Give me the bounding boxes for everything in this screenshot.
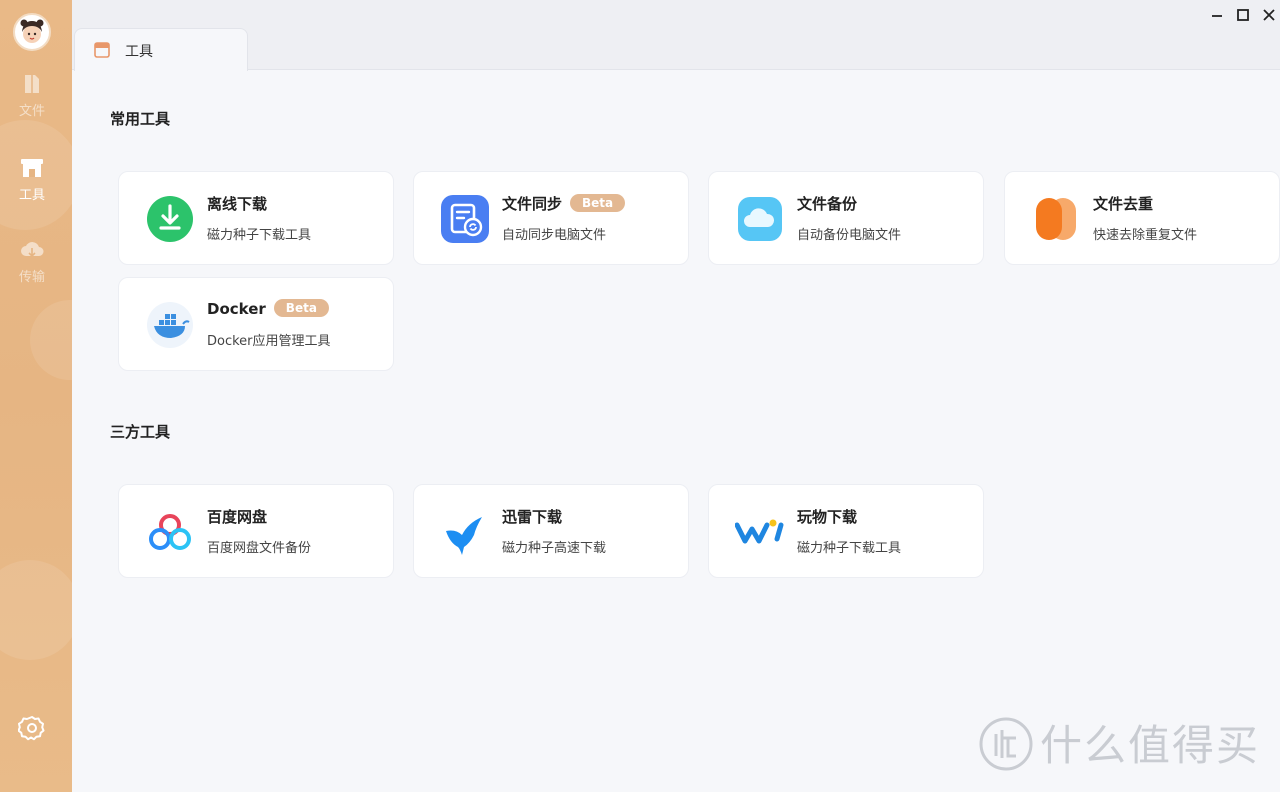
sidebar-item-tools[interactable]: 工具 [0,156,64,203]
card-description: 磁力种子下载工具 [797,541,902,556]
settings-button[interactable] [17,714,46,742]
card-title-text: Docker [207,300,266,318]
card-description: 快速去除重复文件 [1093,228,1198,243]
file-icon [25,75,39,93]
tool-card-file-backup[interactable]: 文件备份 自动备份电脑文件 [708,171,984,265]
card-title: 玩物下载 [797,508,858,526]
section-title-third-party-tools: 三方工具 [110,423,171,441]
card-description: 自动备份电脑文件 [797,228,902,243]
card-description: Docker应用管理工具 [207,334,331,349]
card-title: 离线下载 [207,195,268,213]
card-title: 百度网盘 [207,508,268,526]
card-title-text: 文件同步 [502,195,563,213]
wanwu-icon [735,519,784,544]
tool-card-xunlei-download[interactable]: 迅雷下载 磁力种子高速下载 [413,484,689,578]
section-title-common-tools: 常用工具 [110,110,171,128]
tool-card-docker[interactable]: Docker Beta Docker应用管理工具 [118,277,394,371]
sidebar-item-label: 工具 [18,188,45,203]
sidebar-decoration [30,300,72,380]
dedupe-icon [1036,198,1076,240]
sidebar-item-files[interactable]: 文件 [0,72,64,119]
card-title: 文件备份 [797,195,858,213]
card-title: 文件去重 [1093,195,1154,213]
avatar[interactable] [13,13,51,51]
card-title: 迅雷下载 [502,508,563,526]
tab-bar: 工具 [72,0,1280,71]
card-title: Docker Beta [207,299,329,318]
sidebar-item-label: 传输 [18,270,45,285]
close-icon[interactable] [1260,6,1278,24]
tool-card-wanwu-download[interactable]: 玩物下载 磁力种子下载工具 [708,484,984,578]
beta-badge: Beta [273,299,329,317]
cloud-icon [738,197,782,241]
download-icon [147,196,193,242]
beta-badge: Beta [570,194,626,212]
cloud-transfer-icon [21,242,44,258]
tool-card-baidu-netdisk[interactable]: 百度网盘 百度网盘文件备份 [118,484,394,578]
xunlei-bird-icon [446,517,482,555]
card-title: 文件同步 Beta [502,193,626,214]
watermark: 什么值得买 [978,712,1260,773]
card-description: 磁力种子下载工具 [207,228,312,243]
file-sync-icon [441,195,489,243]
tab-tools[interactable]: 工具 [74,28,248,71]
sidebar-item-transfer[interactable]: 传输 [0,238,64,285]
store-icon [94,42,110,58]
card-description: 磁力种子高速下载 [502,541,607,556]
sidebar: 文件 工具 传输 [0,0,72,792]
smzdm-logo-icon [979,717,1033,771]
watermark-text: 什么值得买 [1039,721,1260,770]
sidebar-item-label: 文件 [18,104,45,119]
card-description: 自动同步电脑文件 [502,228,607,243]
tool-card-file-sync[interactable]: 文件同步 Beta 自动同步电脑文件 [413,171,689,265]
baidu-netdisk-icon [149,514,191,550]
store-icon [21,159,43,177]
docker-icon [147,302,193,348]
gear-icon [17,716,45,741]
avatar-girl-icon [20,19,44,43]
sidebar-decoration [0,560,72,660]
tool-card-file-dedupe[interactable]: 文件去重 快速去除重复文件 [1004,171,1280,265]
tab-label: 工具 [125,44,153,60]
card-description: 百度网盘文件备份 [207,541,312,556]
tool-card-offline-download[interactable]: 离线下载 磁力种子下载工具 [118,171,394,265]
maximize-icon[interactable] [1234,6,1252,24]
minimize-icon[interactable] [1208,6,1226,24]
